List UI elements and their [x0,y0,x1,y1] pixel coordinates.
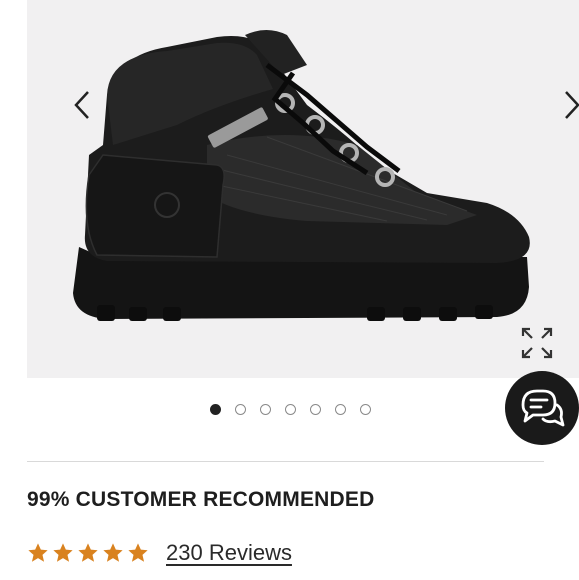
carousel-dots [210,404,371,415]
product-image [73,30,530,321]
expand-image-button[interactable] [520,326,556,362]
rating-row: 230 Reviews [27,540,292,566]
carousel-dot[interactable] [285,404,296,415]
star-icon [78,543,98,562]
carousel-dot[interactable] [210,404,221,415]
recommendation-text: 99% CUSTOMER RECOMMENDED [27,488,375,511]
next-image-button[interactable] [557,88,579,122]
carousel-dot[interactable] [260,404,271,415]
carousel-dot[interactable] [360,404,371,415]
chevron-right-icon [565,91,579,119]
chat-button[interactable] [505,371,579,445]
carousel-dot[interactable] [335,404,346,415]
star-icon [103,543,123,562]
star-icon [28,543,48,562]
expand-icon [521,327,553,359]
chat-bubbles-icon [521,389,565,427]
reviews-link[interactable]: 230 Reviews [166,540,292,566]
product-image-gallery[interactable] [27,0,579,378]
star-icon [53,543,73,562]
previous-image-button[interactable] [67,88,97,122]
chevron-left-icon [74,91,89,119]
star-rating [27,542,149,564]
star-icon [128,543,148,562]
carousel-dot[interactable] [235,404,246,415]
divider [27,461,544,462]
carousel-dot[interactable] [310,404,321,415]
